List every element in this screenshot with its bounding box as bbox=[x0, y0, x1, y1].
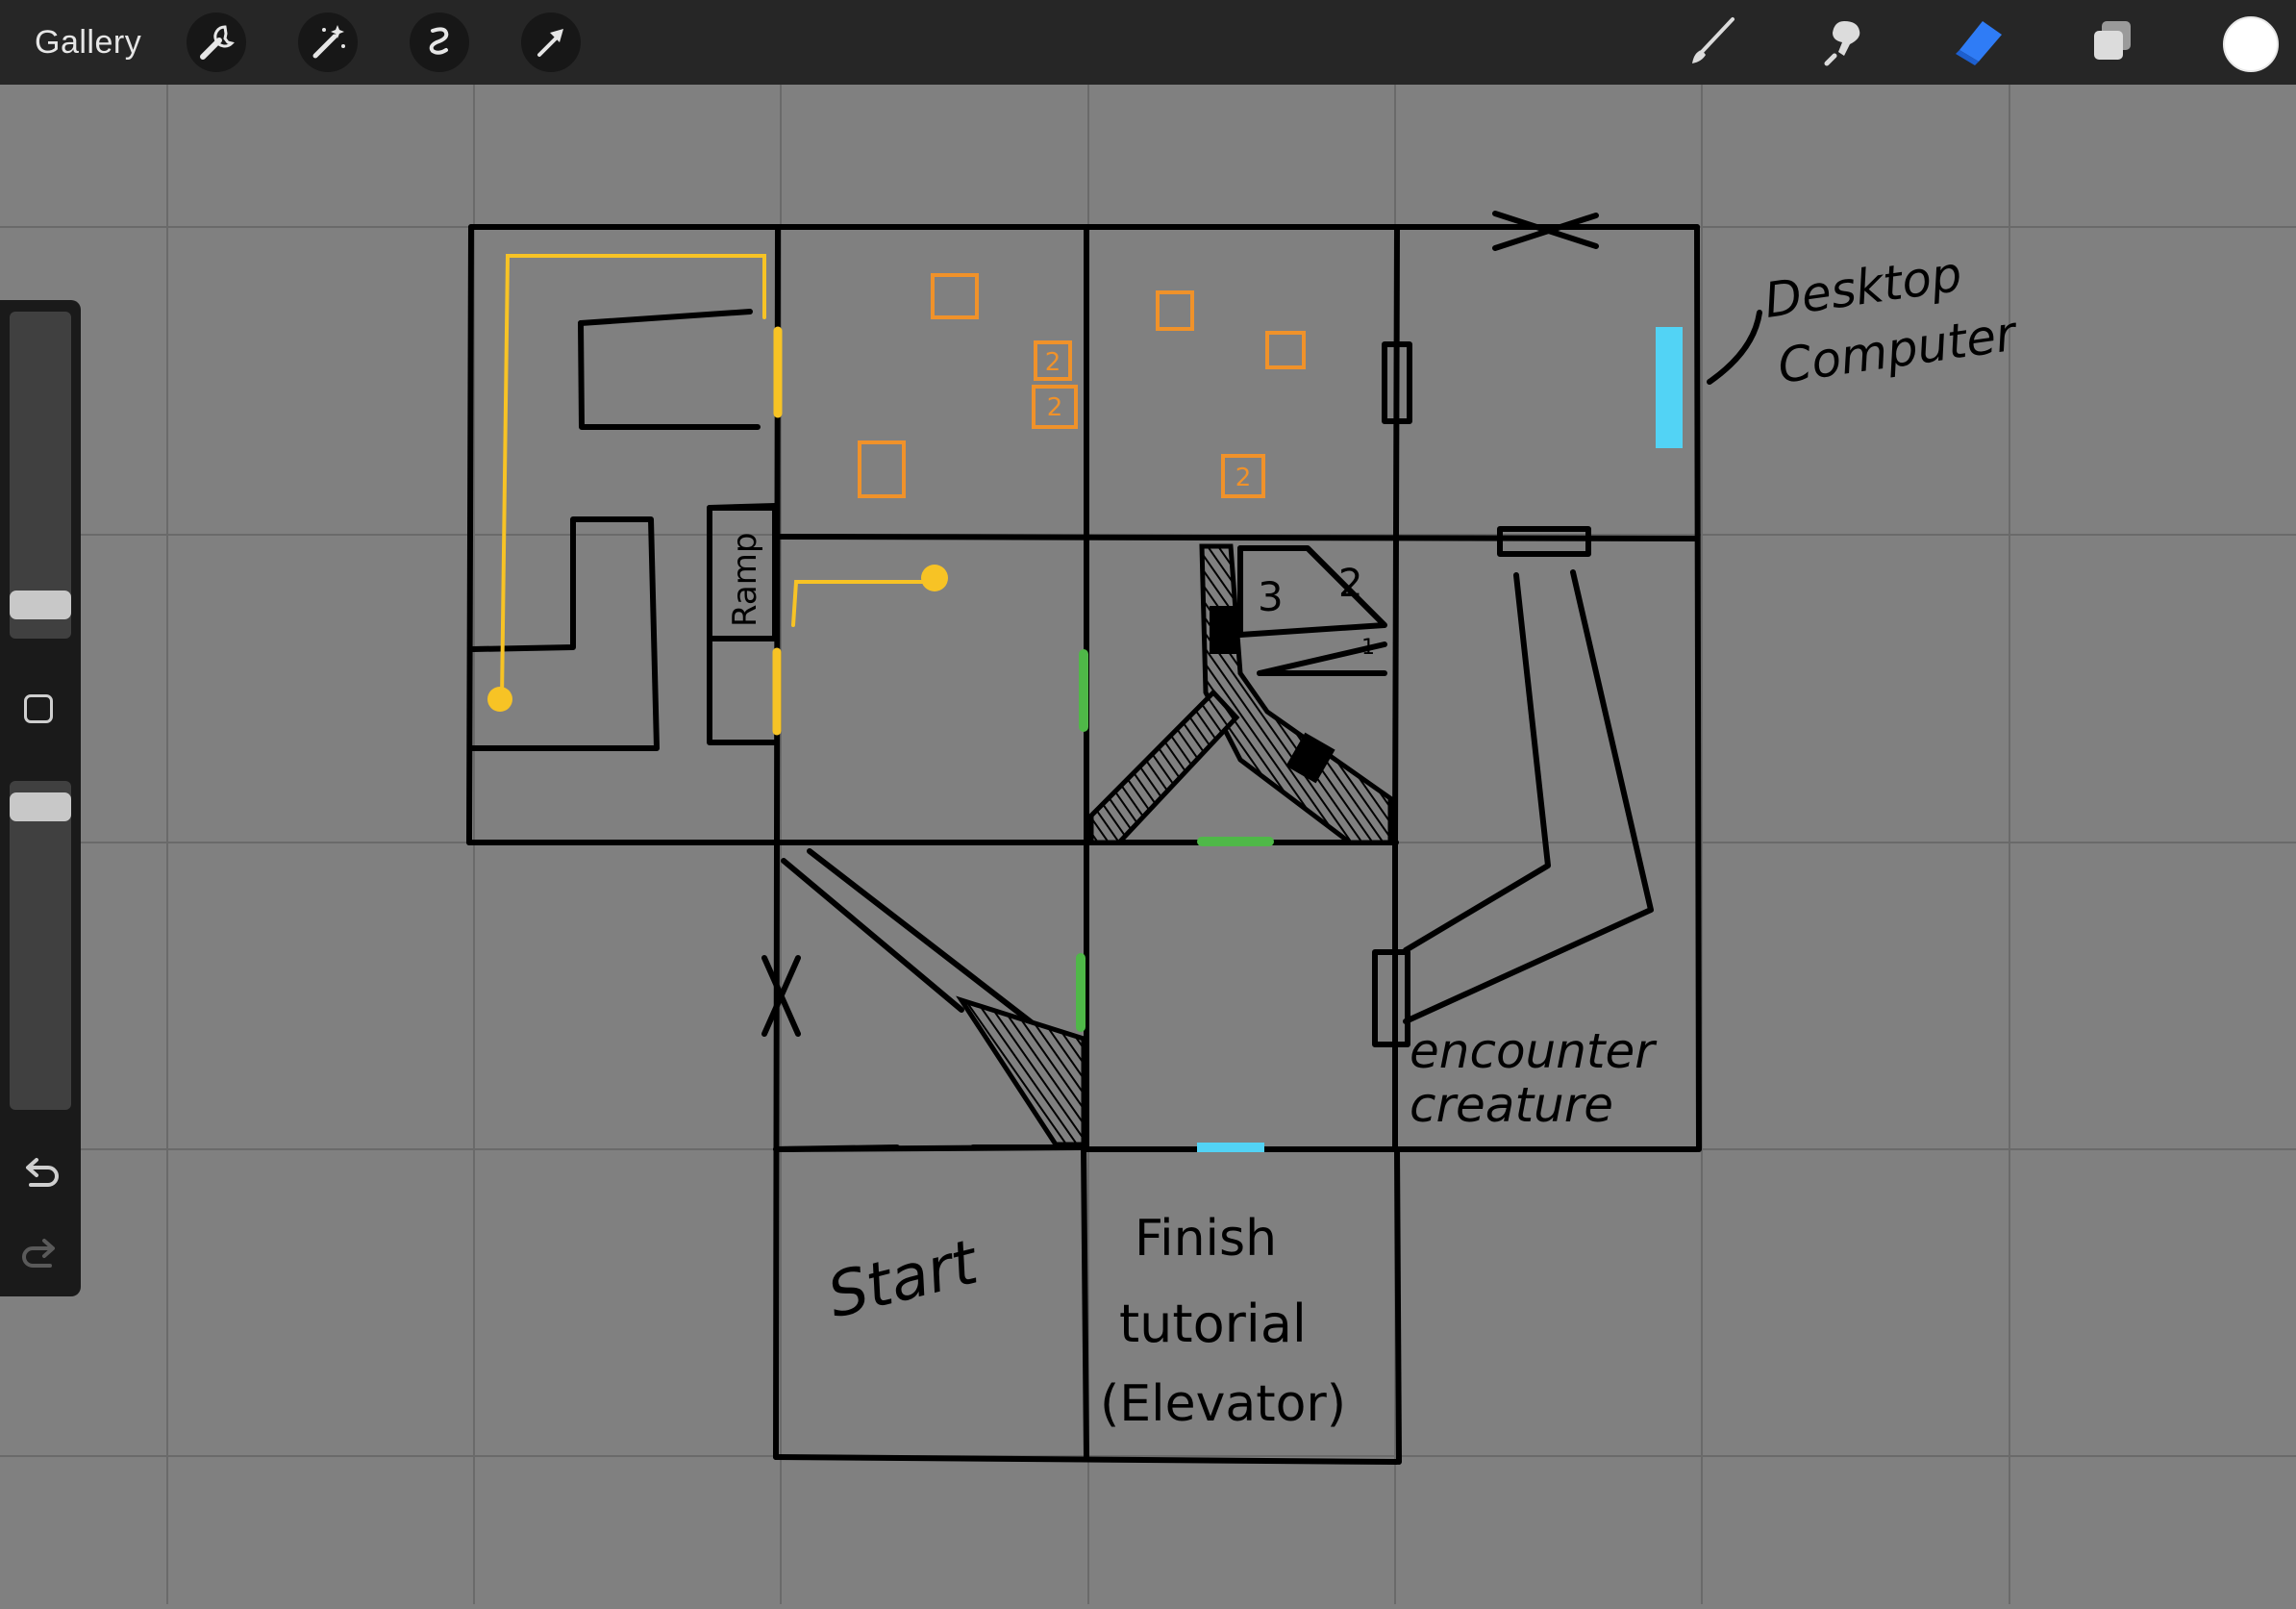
step-number-label: 1 bbox=[1361, 636, 1375, 660]
left-sidebar bbox=[0, 300, 81, 1296]
step-number-label: 3 bbox=[1258, 573, 1284, 620]
box-number-label: 2 bbox=[1235, 464, 1252, 492]
brush-size-thumb[interactable] bbox=[10, 591, 71, 619]
sketch-drawing: 2 2 2 Ramp Desktop Computer 3 2 1 encoun… bbox=[0, 85, 2296, 1604]
eraser-icon[interactable] bbox=[1950, 13, 2008, 71]
step-number-label: 2 bbox=[1338, 562, 1362, 606]
undo-icon[interactable] bbox=[17, 1154, 63, 1196]
box-number-label: 2 bbox=[1047, 393, 1063, 422]
creature-label: creature bbox=[1410, 1077, 1613, 1133]
opacity-thumb[interactable] bbox=[10, 792, 71, 821]
top-toolbar: Gallery bbox=[0, 0, 2296, 85]
adjustments-magic-wand-icon[interactable] bbox=[298, 13, 358, 72]
transform-arrow-icon[interactable] bbox=[521, 13, 581, 72]
elevator-label: (Elevator) bbox=[1100, 1375, 1346, 1433]
box-number-label: 2 bbox=[1045, 348, 1061, 377]
yellow-marker-end bbox=[921, 565, 948, 591]
gallery-button[interactable]: Gallery bbox=[35, 0, 141, 85]
selection-icon[interactable] bbox=[410, 13, 469, 72]
start-label: Start bbox=[821, 1226, 986, 1332]
actions-wrench-icon[interactable] bbox=[187, 13, 246, 72]
modify-square-icon[interactable] bbox=[24, 694, 53, 723]
brush-icon[interactable] bbox=[1683, 13, 1740, 71]
ramp-label: Ramp bbox=[726, 533, 764, 627]
tutorial-label: tutorial bbox=[1119, 1294, 1307, 1354]
opacity-slider[interactable] bbox=[10, 781, 71, 1110]
drawing-canvas[interactable]: 2 2 2 Ramp Desktop Computer 3 2 1 encoun… bbox=[0, 85, 2296, 1604]
layers-icon[interactable] bbox=[2084, 13, 2142, 71]
brush-size-slider[interactable] bbox=[10, 312, 71, 639]
smudge-icon[interactable] bbox=[1815, 13, 1873, 71]
redo-icon[interactable] bbox=[17, 1235, 63, 1277]
yellow-path bbox=[500, 254, 931, 736]
yellow-marker-start bbox=[487, 687, 512, 712]
color-picker-button[interactable] bbox=[2223, 16, 2279, 72]
finish-label: Finish bbox=[1135, 1210, 1277, 1268]
encounter-label: encounter bbox=[1410, 1023, 1658, 1079]
